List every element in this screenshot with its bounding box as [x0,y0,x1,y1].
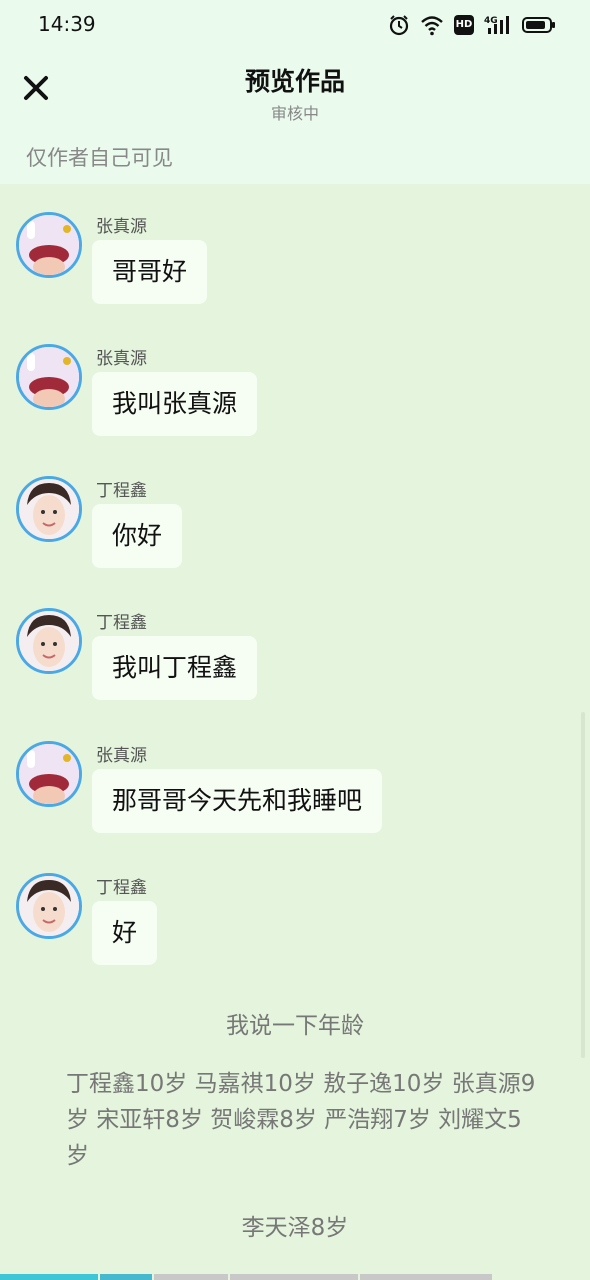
progress-segment [360,1274,492,1280]
signal-4g-icon: 4G [484,16,509,34]
avatar-zhang[interactable] [16,212,82,278]
avatar-zhang[interactable] [16,344,82,410]
narration-ages: 丁程鑫10岁 马嘉祺10岁 敖子逸10岁 张真源9岁 宋亚轩8岁 贺峻霖8岁 严… [66,1071,536,1169]
progress-segment [100,1274,152,1280]
avatar-zhang[interactable] [16,741,82,807]
avatar-ding[interactable] [16,873,82,939]
message-bubble[interactable]: 哥哥好 [92,240,208,304]
message-bubble[interactable]: 我叫丁程鑫 [92,636,258,700]
visibility-note: 仅作者自己可见 [26,146,173,170]
progress-segment [0,1274,98,1280]
narration-last: 李天泽8岁 [241,1215,349,1241]
chat-message: 张真源 我叫张真源 [0,344,590,444]
page-title: 预览作品 [244,67,345,96]
narration-heading: 我说一下年龄 [226,1013,364,1039]
avatar-ding[interactable] [16,476,82,542]
sender-name: 丁程鑫 [96,481,147,501]
story-progress-bar [0,1274,590,1280]
sender-name: 丁程鑫 [96,613,147,633]
review-status: 审核中 [270,104,319,123]
message-bubble[interactable]: 你好 [92,504,183,568]
chat-message: 张真源 那哥哥今天先和我睡吧 [0,741,590,841]
chat-message: 丁程鑫 你好 [0,476,590,576]
status-bar: 14:39 HD 4G [0,0,590,52]
alarm-icon [389,15,409,36]
scrollbar[interactable] [581,712,585,1058]
sender-name: 张真源 [96,217,147,237]
sender-name: 张真源 [96,349,147,369]
sender-name: 张真源 [96,746,147,766]
progress-segment [230,1274,358,1280]
progress-segment [154,1274,228,1280]
chat-message: 丁程鑫 好 [0,873,590,973]
status-time: 14:39 [38,12,96,36]
message-bubble[interactable]: 我叫张真源 [92,372,258,436]
avatar-ding[interactable] [16,608,82,674]
chat-message: 张真源 哥哥好 [0,212,590,312]
hd-icon: HD [454,15,474,35]
app-header: 预览作品 审核中 [0,52,590,132]
message-bubble[interactable]: 那哥哥今天先和我睡吧 [92,769,383,833]
top-header-area: 14:39 HD 4G 预览作品 审核中 仅作者自己可见 [0,0,590,184]
sender-name: 丁程鑫 [96,878,147,898]
chat-message: 丁程鑫 我叫丁程鑫 [0,608,590,708]
message-bubble[interactable]: 好 [92,901,158,965]
wifi-icon [421,16,443,36]
battery-icon [522,17,555,33]
status-icons: HD 4G [388,14,556,36]
